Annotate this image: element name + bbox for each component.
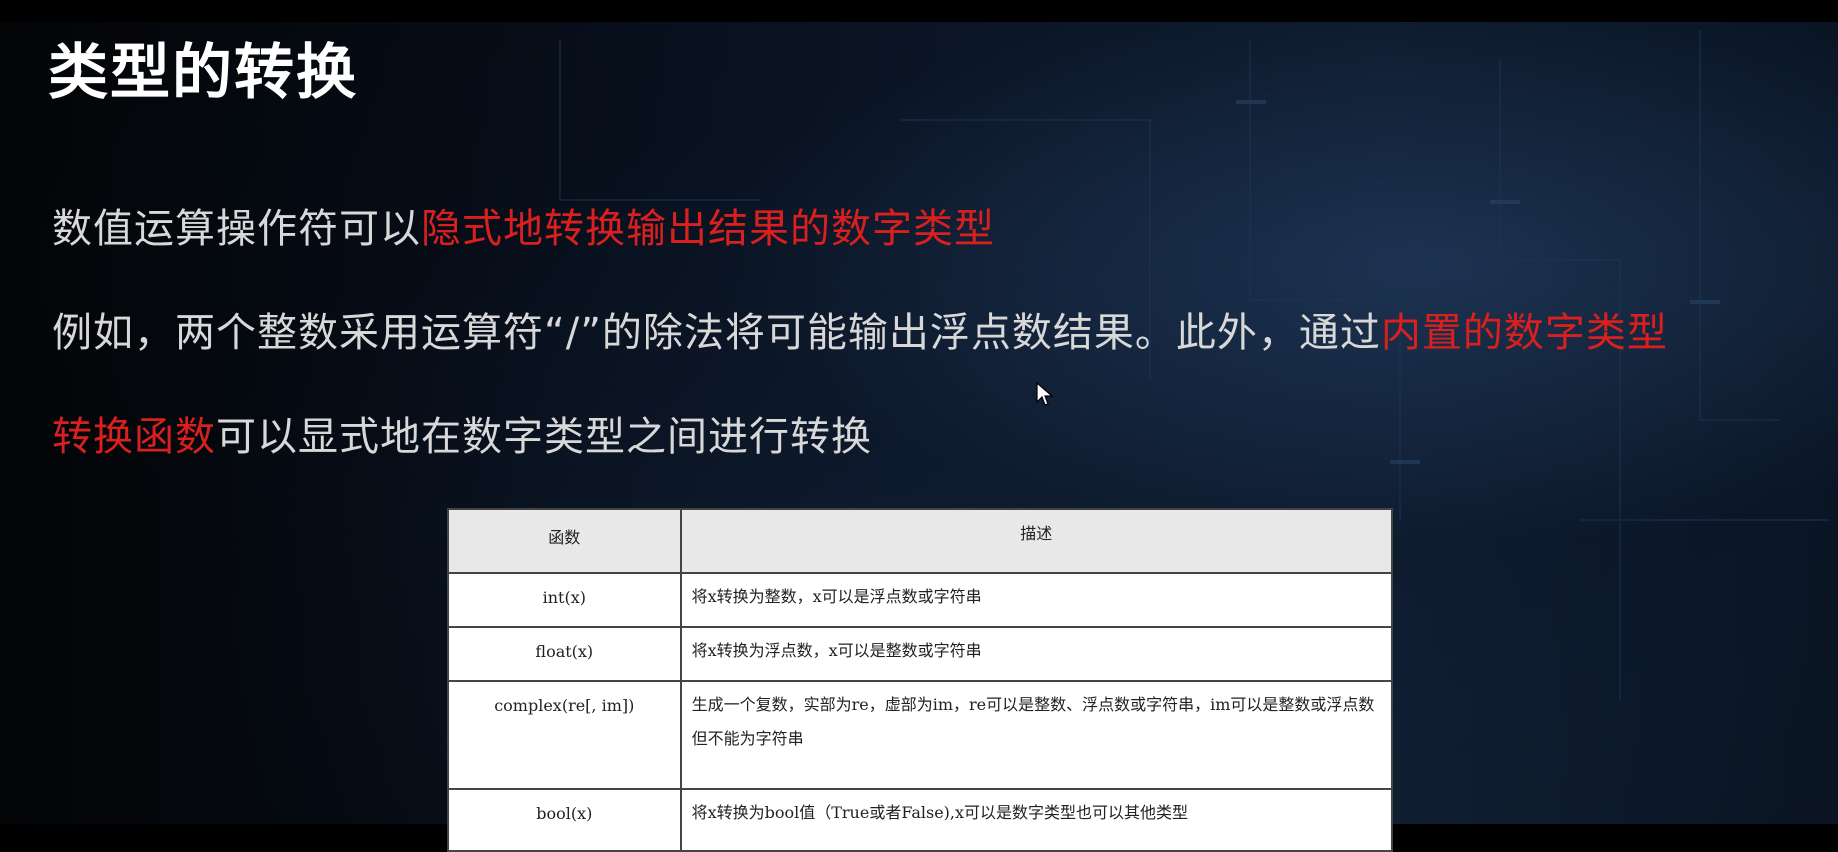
function-cell: complex(re[, im]) bbox=[447, 680, 682, 790]
header-description: 描述 bbox=[679, 508, 1394, 574]
table-row: int(x) 将x转换为整数，x可以是浮点数或字符串 bbox=[447, 572, 1394, 628]
table-row: float(x) 将x转换为浮点数，x可以是整数或字符串 bbox=[447, 626, 1394, 682]
table-header-row: 函数 描述 bbox=[447, 508, 1394, 574]
line1-normal-text: 数值运算操作符可以 bbox=[52, 206, 421, 252]
description-cell: 将x转换为bool值（True或者False),x可以是数字类型也可以其他类型 bbox=[679, 788, 1394, 852]
text-line-3: 转换函数可以显式地在数字类型之间进行转换 bbox=[52, 404, 872, 462]
header-function: 函数 bbox=[447, 508, 682, 574]
description-cell: 将x转换为浮点数，x可以是整数或字符串 bbox=[679, 626, 1394, 682]
table-row: complex(re[, im]) 生成一个复数，实部为re，虚部为im，re可… bbox=[447, 680, 1394, 790]
line3-normal-text: 可以显式地在数字类型之间进行转换 bbox=[216, 414, 872, 460]
top-strip bbox=[0, 0, 1838, 22]
text-line-2: 例如，两个整数采用运算符“/”的除法将可能输出浮点数结果。此外，通过内置的数字类… bbox=[52, 300, 1668, 358]
line2-highlight-text: 内置的数字类型 bbox=[1380, 310, 1668, 356]
conversion-function-table: 函数 描述 int(x) 将x转换为整数，x可以是浮点数或字符串 float(x… bbox=[447, 508, 1394, 852]
function-cell: int(x) bbox=[447, 572, 682, 628]
description-text: 将x转换为bool值（True或者False),x可以是数字类型也可以其他类型 bbox=[691, 803, 1189, 822]
line3-highlight-text: 转换函数 bbox=[52, 414, 216, 460]
description-text: 将x转换为整数，x可以是浮点数或字符串 bbox=[691, 587, 982, 606]
description-cell: 生成一个复数，实部为re，虚部为im，re可以是整数、浮点数或字符串，im可以是… bbox=[679, 680, 1394, 790]
line1-highlight-text: 隐式地转换输出结果的数字类型 bbox=[421, 206, 995, 252]
table-row: bool(x) 将x转换为bool值（True或者False),x可以是数字类型… bbox=[447, 788, 1394, 852]
slide-title: 类型的转换 bbox=[48, 38, 358, 108]
mouse-pointer-icon bbox=[1036, 382, 1054, 406]
description-text: 生成一个复数，实部为re，虚部为im，re可以是整数、浮点数或字符串，im可以是… bbox=[691, 695, 1375, 748]
line2-normal-text: 例如，两个整数采用运算符“/”的除法将可能输出浮点数结果。此外，通过 bbox=[52, 310, 1381, 356]
description-text: 将x转换为浮点数，x可以是整数或字符串 bbox=[691, 641, 982, 660]
text-line-1: 数值运算操作符可以隐式地转换输出结果的数字类型 bbox=[52, 196, 995, 254]
description-cell: 将x转换为整数，x可以是浮点数或字符串 bbox=[679, 572, 1394, 628]
function-cell: float(x) bbox=[447, 626, 682, 682]
function-cell: bool(x) bbox=[447, 788, 682, 852]
